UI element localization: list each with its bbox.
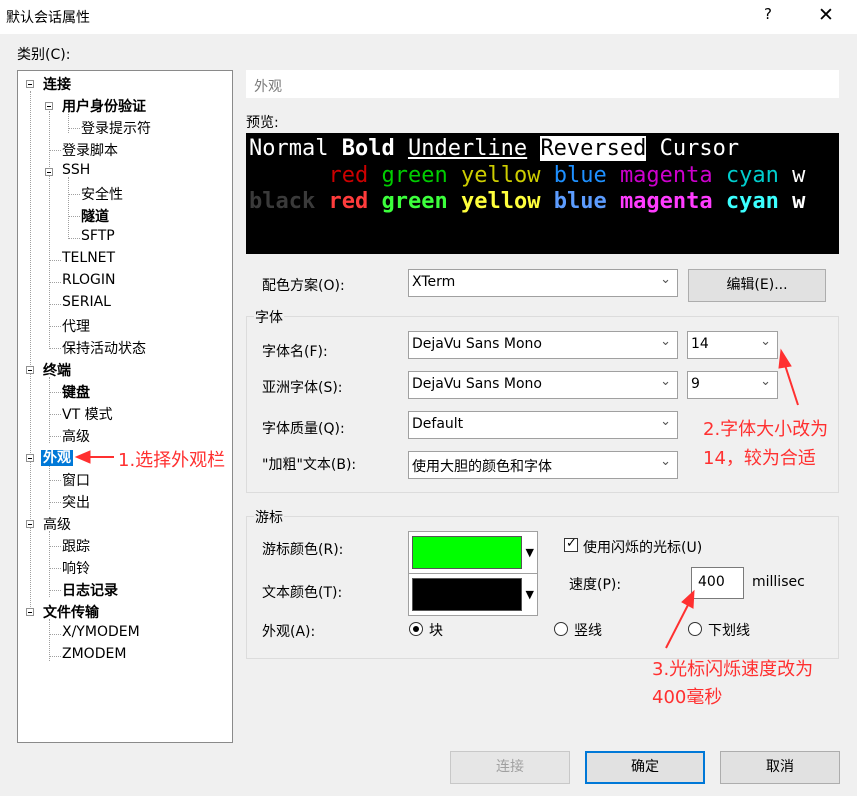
annotation-step2-line2: 14，较为合适 [703, 448, 816, 469]
arrow-step1 [74, 450, 114, 464]
annotation-step1: 1.选择外观栏 [118, 450, 226, 471]
annotation-step3-line1: 3.光标闪烁速度改为 [652, 659, 814, 680]
arrow-step3 [665, 589, 695, 649]
annotation-step3-line2: 400毫秒 [652, 687, 723, 708]
arrow-step2 [778, 348, 799, 406]
annotation-step2-line1: 2.字体大小改为 [703, 419, 829, 440]
